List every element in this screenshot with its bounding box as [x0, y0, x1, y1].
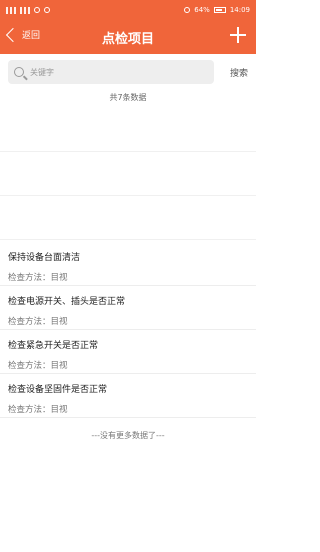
item-name: 检查紧急开关是否正常: [8, 341, 99, 351]
list-item-blank[interactable]: [0, 108, 256, 152]
status-left-icons: [6, 6, 50, 14]
signal-icon-2: [20, 6, 30, 14]
search-placeholder: 关键字: [30, 67, 54, 77]
back-label: 返回: [22, 31, 41, 41]
item-method: 检查方法：目视: [8, 317, 68, 327]
item-method: 检查方法：目视: [8, 273, 68, 283]
back-button[interactable]: 返回: [5, 27, 41, 42]
list-item[interactable]: 检查设备坚固件是否正常 检查方法：目视: [0, 374, 256, 418]
notification-icon: [34, 7, 40, 13]
chevron-left-icon: [5, 27, 21, 42]
list-item[interactable]: 保持设备台面清洁 检查方法：目视: [0, 242, 256, 286]
search-button[interactable]: 搜索: [230, 66, 248, 79]
battery-percent: 64%: [194, 6, 210, 14]
add-button[interactable]: [230, 27, 246, 43]
search-icon: [14, 67, 24, 77]
result-count: 共7条数据: [109, 93, 147, 102]
status-right: 64% 14:09: [184, 6, 250, 14]
alarm-icon: [184, 7, 191, 13]
list-item-blank[interactable]: [0, 196, 256, 240]
item-method: 检查方法：目视: [8, 405, 68, 415]
item-name: 检查电源开关、插头是否正常: [8, 297, 126, 307]
search-input[interactable]: 关键字: [8, 60, 214, 84]
signal-icon: [6, 6, 16, 14]
nav-bar: 返回 点检项目: [0, 20, 256, 54]
shield-icon: [44, 7, 50, 13]
list-item[interactable]: 检查电源开关、插头是否正常 检查方法：目视: [0, 286, 256, 330]
list-item-blank[interactable]: [0, 152, 256, 196]
clock: 14:09: [229, 6, 250, 14]
status-bar: 64% 14:09: [0, 0, 256, 20]
search-bar: 关键字 搜索: [0, 54, 256, 90]
item-name: 检查设备坚固件是否正常: [8, 385, 108, 395]
battery-icon: [213, 7, 226, 13]
no-more-data: ---没有更多数据了---: [91, 431, 165, 440]
item-method: 检查方法：目视: [8, 361, 68, 371]
list-item[interactable]: 检查紧急开关是否正常 检查方法：目视: [0, 330, 256, 374]
item-name: 保持设备台面清洁: [8, 253, 81, 263]
